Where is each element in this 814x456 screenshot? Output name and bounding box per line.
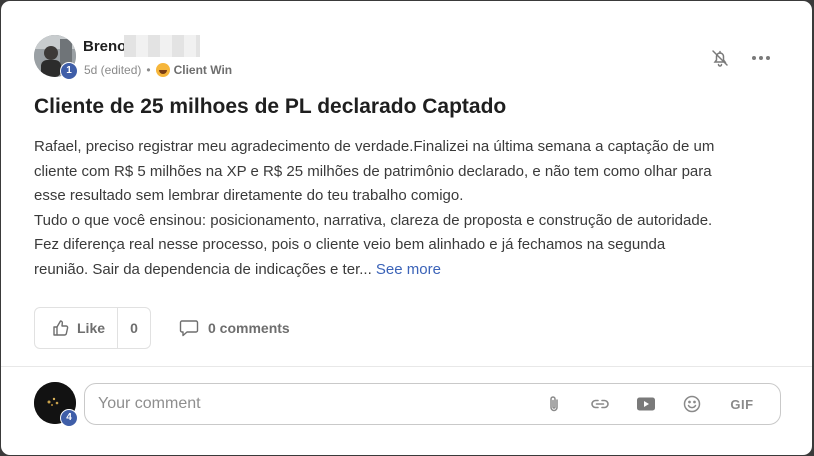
author-surname-redacted — [124, 35, 200, 57]
comment-bubble-icon — [179, 320, 199, 337]
emoji-icon[interactable] — [682, 394, 702, 414]
body-line-text: reunião. Sair da dependencia de indicaçõ… — [34, 260, 372, 278]
comments-label: 0 comments — [208, 320, 290, 336]
body-line: Fez diferença real nesse processo, pois … — [34, 236, 666, 254]
post-meta: 5d (edited) • Client Win — [84, 63, 232, 77]
post-body: Rafael, preciso registrar meu agradecime… — [34, 135, 784, 283]
author-name[interactable]: Breno — [83, 38, 126, 55]
post-card: 1 Breno 5d (edited) • Client Win Cliente… — [1, 1, 812, 455]
link-icon[interactable] — [590, 394, 610, 414]
gif-button[interactable]: GIF — [728, 394, 756, 414]
bell-off-icon[interactable] — [710, 48, 730, 68]
comment-input[interactable]: Your comment GIF — [84, 383, 781, 425]
body-line: esse resultado sem lembrar diretamente d… — [34, 187, 464, 205]
body-line: Rafael, preciso registrar meu agradecime… — [34, 138, 715, 155]
post-author: 1 Breno 5d (edited) • Client Win — [34, 34, 334, 80]
meta-separator: • — [146, 63, 151, 77]
grinning-emoji-icon — [155, 63, 170, 77]
like-label: Like — [77, 320, 106, 336]
author-level-badge: 1 — [60, 62, 78, 80]
more-horizontal-icon[interactable] — [750, 48, 772, 68]
like-button[interactable]: Like — [35, 308, 118, 348]
body-line: Tudo o que você ensinou: posicionamento,… — [34, 211, 713, 229]
video-icon[interactable] — [636, 394, 656, 414]
comment-placeholder[interactable]: Your comment — [98, 395, 518, 413]
paperclip-icon[interactable] — [544, 394, 564, 414]
body-line: reunião. Sair da dependencia de indicaçõ… — [34, 258, 784, 283]
post-actions: Like 0 0 comments — [34, 307, 290, 349]
commenter-level-badge: 4 — [60, 409, 78, 427]
body-line: cliente com R$ 5 milhões na XP e R$ 25 m… — [34, 162, 712, 180]
like-count[interactable]: 0 — [118, 320, 150, 336]
divider — [1, 366, 812, 367]
see-more-link[interactable]: See more — [376, 261, 441, 278]
commenter: 4 — [34, 382, 78, 427]
post-category[interactable]: Client Win — [174, 63, 233, 77]
comments-button[interactable]: 0 comments — [179, 319, 290, 337]
post-timestamp: 5d (edited) — [84, 63, 142, 77]
thumbs-up-icon — [53, 320, 69, 336]
composer-tools: GIF — [518, 394, 756, 414]
like-group: Like 0 — [34, 307, 151, 349]
post-title[interactable]: Cliente de 25 milhoes de PL declarado Ca… — [34, 95, 506, 119]
